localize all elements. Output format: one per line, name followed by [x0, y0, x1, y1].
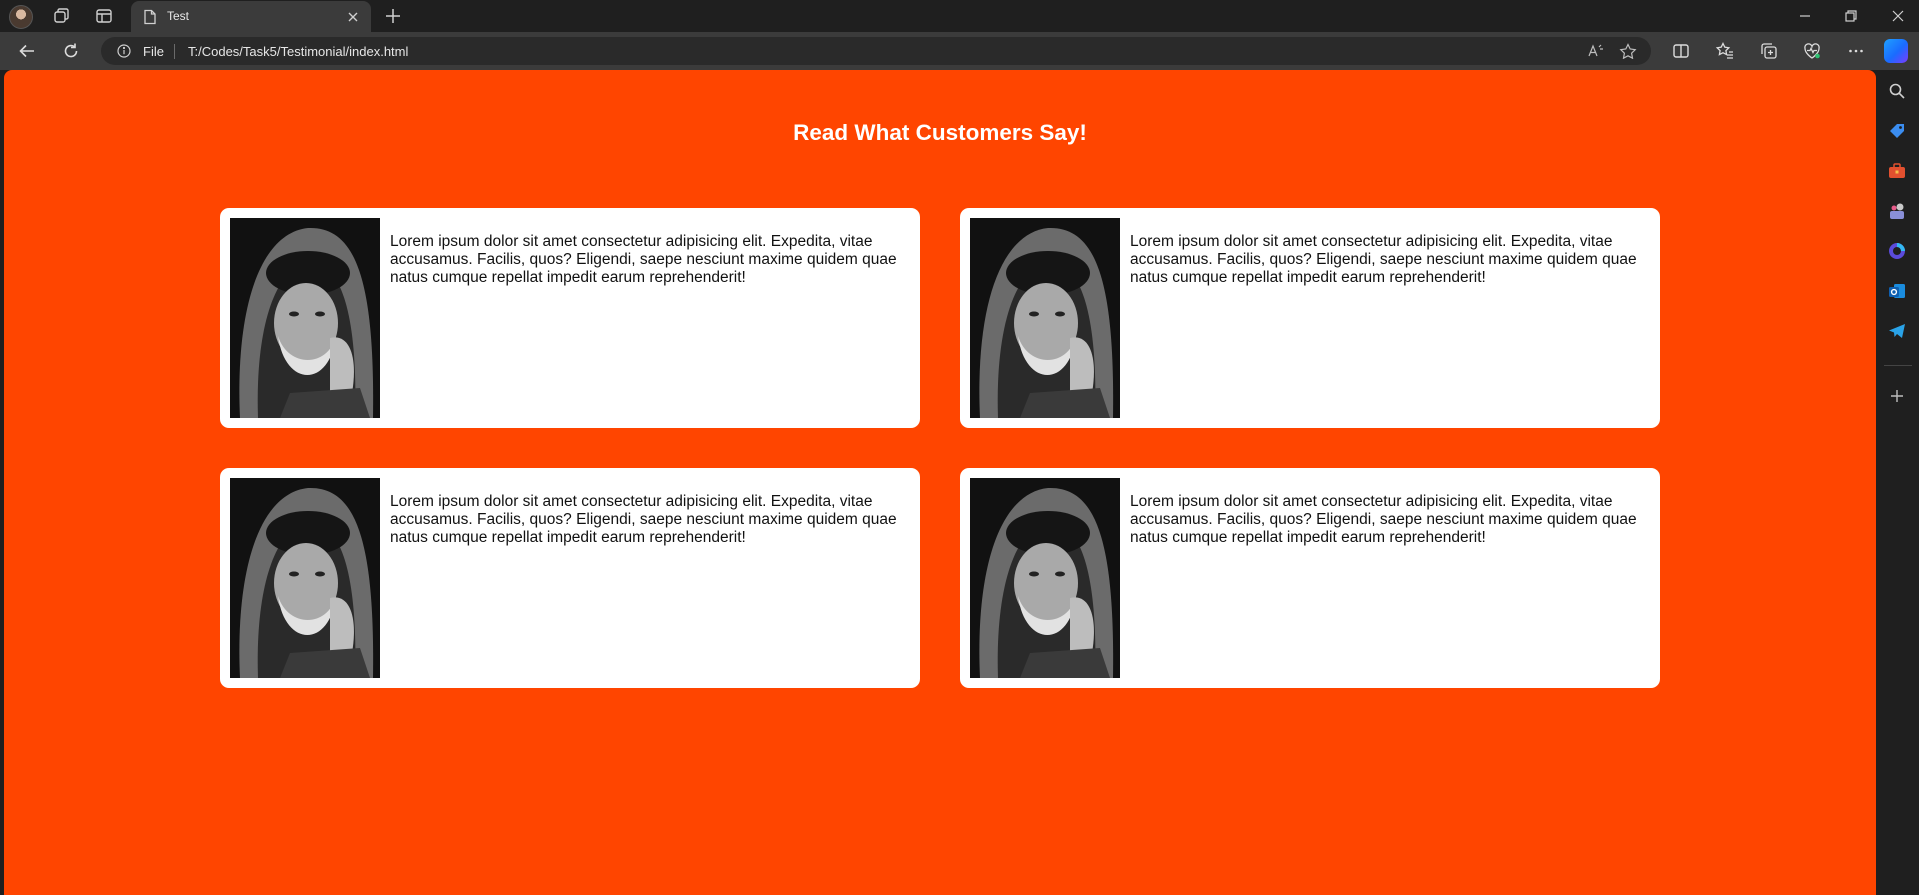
active-tab[interactable]: Test — [131, 1, 371, 32]
close-icon[interactable] — [345, 9, 361, 25]
testimonial-card: Lorem ipsum dolor sit amet consectetur a… — [220, 208, 920, 428]
testimonial-text: Lorem ipsum dolor sit amet consectetur a… — [1130, 233, 1637, 286]
address-bar[interactable]: File T:/Codes/Task5/Testimonial/index.ht… — [101, 37, 1651, 65]
testimonial-card: Lorem ipsum dolor sit amet consectetur a… — [960, 208, 1660, 428]
window-close-icon[interactable] — [1888, 6, 1908, 26]
customer-photo — [970, 478, 1120, 678]
edge-sidebar — [1876, 70, 1919, 895]
refresh-icon[interactable] — [61, 41, 81, 61]
new-tab-icon[interactable] — [383, 6, 403, 26]
games-icon[interactable] — [1887, 201, 1907, 221]
search-icon[interactable] — [1887, 81, 1907, 101]
testimonial-text: Lorem ipsum dolor sit amet consectetur a… — [390, 233, 897, 286]
sidebar-divider — [1884, 365, 1912, 366]
browser-essentials-icon[interactable] — [1802, 41, 1822, 61]
testimonial-card: Lorem ipsum dolor sit amet consectetur a… — [960, 468, 1660, 688]
tab-actions-icon[interactable] — [94, 7, 114, 25]
more-icon[interactable] — [1846, 41, 1866, 61]
page-heading: Read What Customers Say! — [793, 120, 1087, 145]
page-viewport: Read What Customers Say! Lorem ipsum dol… — [4, 70, 1876, 895]
minimize-icon[interactable] — [1795, 6, 1815, 26]
browser-toolbar: File T:/Codes/Task5/Testimonial/index.ht… — [0, 32, 1919, 70]
favorite-star-icon[interactable] — [1619, 43, 1637, 60]
testimonial-text: Lorem ipsum dolor sit amet consectetur a… — [1130, 493, 1637, 546]
back-icon[interactable] — [17, 41, 37, 61]
testimonial-text: Lorem ipsum dolor sit amet consectetur a… — [390, 493, 897, 546]
title-bar: Test — [0, 0, 1919, 32]
customer-photo — [230, 218, 380, 418]
telegram-icon[interactable] — [1887, 321, 1907, 341]
outlook-icon[interactable] — [1887, 281, 1907, 301]
tools-icon[interactable] — [1887, 161, 1907, 181]
address-url[interactable]: T:/Codes/Task5/Testimonial/index.html — [188, 44, 408, 59]
info-icon[interactable] — [117, 44, 131, 58]
profile-avatar[interactable] — [9, 5, 33, 29]
read-aloud-icon[interactable] — [1587, 43, 1605, 59]
add-icon[interactable] — [1887, 386, 1907, 406]
address-scheme-label: File — [143, 44, 164, 59]
favorites-icon[interactable] — [1715, 41, 1735, 61]
split-screen-icon[interactable] — [1671, 41, 1691, 61]
page-icon — [143, 9, 157, 25]
address-divider — [174, 44, 175, 59]
collections-icon[interactable] — [1759, 41, 1779, 61]
customer-photo — [970, 218, 1120, 418]
copilot-icon[interactable] — [1884, 39, 1908, 63]
customer-photo — [230, 478, 380, 678]
restore-icon[interactable] — [1841, 6, 1861, 26]
copilot-sidebar-icon[interactable] — [1887, 241, 1907, 261]
tab-title: Test — [167, 9, 190, 23]
testimonial-card: Lorem ipsum dolor sit amet consectetur a… — [220, 468, 920, 688]
shopping-icon[interactable] — [1887, 121, 1907, 141]
workspaces-icon[interactable] — [52, 7, 72, 25]
